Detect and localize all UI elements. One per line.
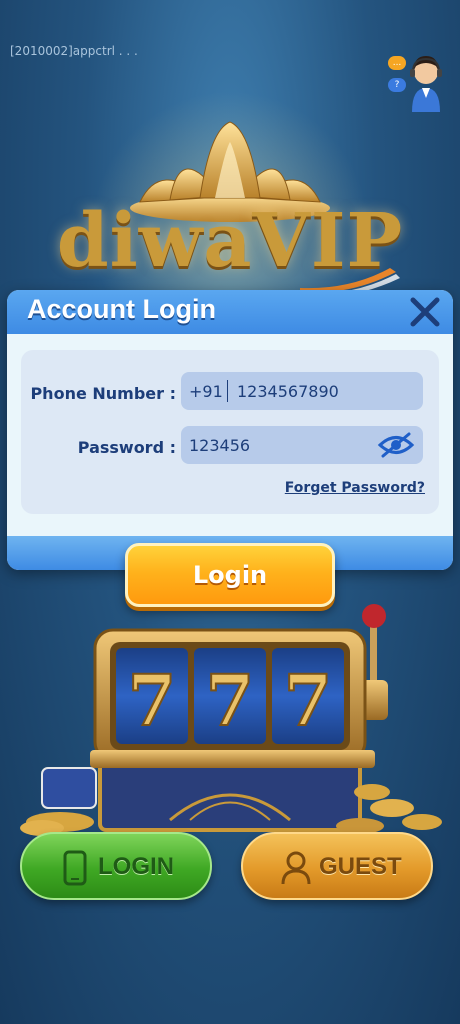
dialog-title: Account Login [27, 294, 216, 324]
slot-machine-illustration: 7 7 7 [20, 604, 442, 836]
flag-swish-decoration [300, 268, 400, 292]
user-icon [281, 851, 311, 885]
slot-reel-3: 7 [284, 659, 333, 742]
phone-icon [63, 850, 87, 886]
guest-login-button[interactable]: GUEST [241, 832, 433, 900]
forget-password-link[interactable]: Forget Password? [285, 480, 425, 496]
close-icon[interactable] [407, 296, 443, 328]
help-bubble-icon: ? [388, 78, 406, 92]
input-caret [227, 380, 228, 402]
phone-number-label: Phone Number : [30, 384, 176, 403]
slot-reel-1: 7 [128, 659, 177, 742]
phone-login-label: LOGIN [98, 853, 174, 880]
customer-support-button[interactable]: ... ? [388, 50, 450, 114]
login-button-label: Login [192, 561, 268, 589]
customer-support-icon [410, 56, 442, 112]
login-form-card: Phone Number : +91 1234567890 Password :… [21, 350, 439, 514]
login-button[interactable]: Login [125, 543, 335, 607]
eye-hidden-icon[interactable] [377, 432, 415, 458]
country-code-prefix: +91 [189, 382, 223, 401]
password-value: 123456 [189, 436, 251, 455]
dialog-header: Account Login [7, 290, 453, 334]
slot-reel-2: 7 [206, 659, 255, 742]
password-label: Password : [77, 438, 176, 457]
phone-number-field[interactable]: +91 1234567890 [181, 372, 423, 410]
debug-status-text: [2010002]appctrl . . . [10, 44, 138, 58]
account-login-dialog: Account Login Phone Number : +91 1234567… [7, 290, 453, 570]
guest-login-label: GUEST [319, 853, 402, 880]
chat-bubble-icon: ... [388, 56, 406, 70]
phone-login-button[interactable]: LOGIN [20, 832, 212, 900]
phone-number-value: 1234567890 [237, 382, 339, 401]
password-field[interactable]: 123456 [181, 426, 423, 464]
